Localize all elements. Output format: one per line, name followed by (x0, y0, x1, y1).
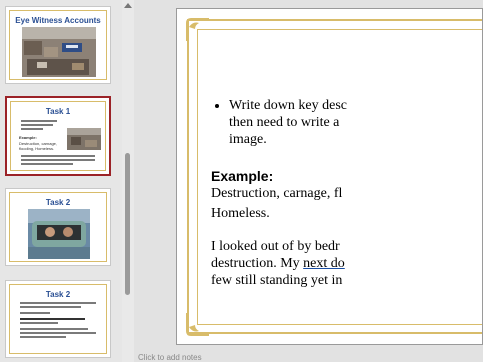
bullet-line-2: then need to write a (229, 115, 340, 130)
slide-canvas[interactable]: Write down key desc then need to write a… (176, 8, 483, 345)
car-photo (28, 209, 90, 259)
paragraph-line-2-a: destruction. My (211, 256, 304, 271)
notes-placeholder[interactable]: Click to add notes (138, 353, 202, 362)
paragraph-line-1: I looked out of by bedr (211, 239, 340, 254)
bullet-list: Write down key desc then need to write a… (211, 97, 347, 148)
slide-thumbnail-4[interactable]: Task 2 (5, 280, 111, 358)
thumb-title: Task 1 (45, 107, 71, 116)
thumbnail-scrollbar[interactable] (122, 0, 134, 362)
paragraph: I looked out of by bedr destruction. My … (211, 238, 347, 289)
bullet-item: Write down key desc then need to write a… (229, 97, 347, 148)
slide-thumbnail-1[interactable]: Eye Witness Accounts (5, 6, 111, 84)
ornament-corner-top-left-icon (186, 18, 209, 41)
bullet-line-3: image. (229, 132, 267, 147)
thumb-photo (67, 128, 101, 150)
thumb-title: Eye Witness Accounts (15, 16, 101, 25)
thumb-title: Task 2 (45, 198, 71, 207)
paragraph-line-3: few still standing yet in (211, 273, 343, 288)
thumb-paragraph-lines (21, 155, 95, 167)
bullet-line-1: Write down key desc (229, 98, 348, 113)
example-line-1: Destruction, carnage, fl (211, 186, 343, 201)
scroll-up-icon[interactable] (124, 3, 132, 8)
slide-thumbnail-2[interactable]: Task 1 Example: Destruction, carnage, fl… (5, 96, 111, 176)
disaster-photo (22, 27, 96, 77)
scrollbar-thumb[interactable] (125, 153, 130, 295)
paragraph-line-2: destruction. My next do (211, 255, 347, 272)
thumb-example-words: Destruction, carnage, flooding, Homeless… (19, 141, 58, 151)
example-line-2: Homeless. (211, 206, 270, 221)
slide-content: Write down key desc then need to write a… (211, 97, 347, 289)
thumb-example-label: Example: (19, 135, 37, 140)
slide-thumbnail-pane: Eye Witness Accounts Task 1 Example: Des… (0, 0, 122, 362)
thumb-text-lines (20, 302, 96, 340)
ornament-corner-bottom-left-icon (186, 313, 209, 336)
slide-thumbnail-3[interactable]: Task 2 (5, 188, 111, 266)
thumb-title: Task 2 (45, 290, 71, 299)
paragraph-line-2-b: next do (303, 256, 345, 271)
example-heading: Example: (211, 168, 274, 184)
thumb-text-lines (21, 120, 57, 132)
